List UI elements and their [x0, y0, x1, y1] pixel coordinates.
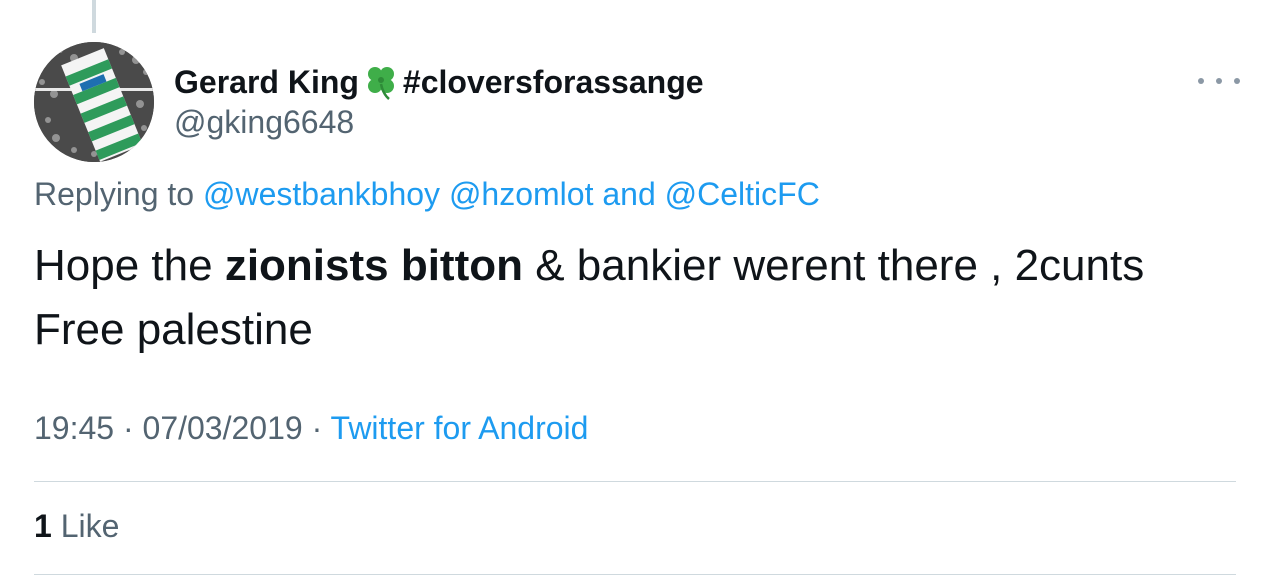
tweet-line-1: Hope the zionists bitton & bankier weren…	[34, 234, 1244, 298]
tweet-bold-text: zionists bitton	[224, 241, 523, 290]
mention-hzomlot[interactable]: @hzomlot	[449, 176, 594, 212]
tweet-text-segment: & bankier werent there , 2cunts	[523, 241, 1145, 290]
replying-conjunction[interactable]: and	[602, 176, 655, 212]
like-count: 1	[34, 508, 52, 544]
four-leaf-clover-icon	[361, 62, 401, 102]
mention-westbankbhoy[interactable]: @westbankbhoy	[203, 176, 440, 212]
tweet-line-2: Free palestine	[34, 305, 313, 354]
meta-separator: ·	[114, 410, 143, 446]
mention-celticfc[interactable]: @CelticFC	[665, 176, 820, 212]
more-dot	[1216, 78, 1222, 84]
name-hashtag[interactable]: #cloversforassange	[403, 64, 704, 101]
tweet-text-segment: Hope the	[34, 241, 225, 290]
display-name[interactable]: Gerard King	[174, 64, 359, 101]
avatar[interactable]	[34, 42, 154, 162]
tweet-meta: 19:45 · 07/03/2019 · Twitter for Android	[34, 410, 588, 447]
divider	[34, 574, 1236, 575]
tweet-time[interactable]: 19:45	[34, 410, 114, 446]
likes-count[interactable]: 1 Like	[34, 508, 119, 545]
replying-prefix: Replying to	[34, 176, 195, 212]
divider	[34, 481, 1236, 482]
more-dot	[1234, 78, 1240, 84]
tweet-date[interactable]: 07/03/2019	[143, 410, 303, 446]
more-dot	[1198, 78, 1204, 84]
more-options-icon[interactable]	[1198, 66, 1240, 96]
thread-connector-line	[92, 0, 96, 33]
replying-to-line: Replying to @westbankbhoy @hzomlot and @…	[34, 176, 820, 213]
meta-separator: ·	[302, 410, 331, 446]
tweet-text: Hope the zionists bitton & bankier weren…	[34, 234, 1244, 362]
like-label: Like	[60, 508, 120, 544]
author-name-row[interactable]: Gerard King #cloversforassange	[174, 60, 704, 104]
tweet-source[interactable]: Twitter for Android	[331, 410, 589, 446]
author-handle[interactable]: @gking6648	[174, 104, 354, 141]
